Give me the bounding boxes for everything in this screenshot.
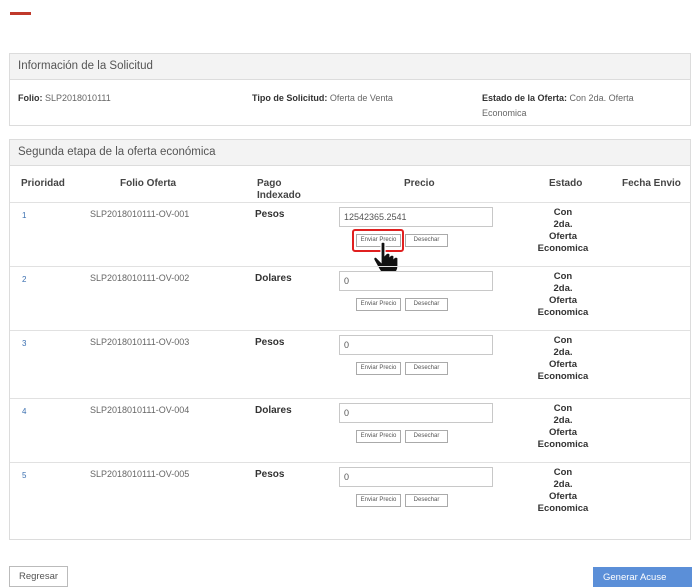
estado-line: Economica bbox=[537, 307, 589, 318]
desechar-button[interactable]: Desechar bbox=[405, 430, 448, 443]
header-folio-oferta: Folio Oferta bbox=[120, 178, 177, 189]
desechar-button[interactable]: Desechar bbox=[405, 362, 448, 375]
segunda-etapa-panel: Segunda etapa de la oferta económica Pri… bbox=[9, 139, 691, 540]
pago-indexado: Dolares bbox=[255, 405, 292, 416]
table-row: 2 SLP2018010111-OV-002 Dolares Enviar Pr… bbox=[10, 266, 690, 331]
desechar-button[interactable]: Desechar bbox=[405, 234, 448, 247]
precio-input[interactable] bbox=[339, 207, 493, 227]
estado-cell: Con 2da. Oferta Economica bbox=[533, 207, 593, 255]
desechar-button[interactable]: Desechar bbox=[405, 494, 448, 507]
tipo-label: Tipo de Solicitud: bbox=[252, 93, 328, 103]
header-pago-indexado: Pago Indexado bbox=[257, 178, 301, 202]
header-indexado: Indexado bbox=[257, 190, 301, 201]
table-row: 3 SLP2018010111-OV-003 Pesos Enviar Prec… bbox=[10, 330, 690, 395]
estado-label: Estado de la Oferta: bbox=[482, 93, 568, 103]
folio-oferta: SLP2018010111-OV-002 bbox=[90, 273, 190, 283]
estado-value-2: Economica bbox=[482, 108, 527, 118]
enviar-precio-button[interactable]: Enviar Precio bbox=[356, 362, 401, 375]
solicitud-info-title: Información de la Solicitud bbox=[10, 54, 690, 80]
estado-line: 2da. bbox=[553, 415, 573, 426]
estado-line: Con bbox=[553, 207, 573, 218]
estado-line: Oferta bbox=[549, 359, 577, 370]
folio-oferta: SLP2018010111-OV-005 bbox=[90, 469, 190, 479]
estado-oferta-info: Estado de la Oferta: Con 2da. Oferta Eco… bbox=[482, 91, 682, 121]
folio-oferta: SLP2018010111-OV-001 bbox=[90, 209, 190, 219]
regresar-button[interactable]: Regresar bbox=[9, 566, 68, 587]
prioridad-link[interactable]: 1 bbox=[22, 211, 26, 220]
header-estado: Estado bbox=[549, 178, 583, 189]
estado-line: Oferta bbox=[549, 491, 577, 502]
prioridad-link[interactable]: 2 bbox=[22, 275, 26, 284]
segunda-etapa-title: Segunda etapa de la oferta económica bbox=[10, 140, 690, 166]
generar-acuse-button[interactable]: Generar Acuse bbox=[593, 567, 692, 587]
estado-value-1: Con 2da. Oferta bbox=[569, 93, 634, 103]
estado-line: Economica bbox=[537, 243, 589, 254]
estado-line: 2da. bbox=[553, 283, 573, 294]
table-row: 5 SLP2018010111-OV-005 Pesos Enviar Prec… bbox=[10, 462, 690, 527]
estado-line: Con bbox=[553, 335, 573, 346]
estado-line: Economica bbox=[537, 371, 589, 382]
estado-line: Con bbox=[553, 467, 573, 478]
precio-input[interactable] bbox=[339, 335, 493, 355]
prioridad-link[interactable]: 4 bbox=[22, 407, 26, 416]
precio-input[interactable] bbox=[339, 467, 493, 487]
estado-line: 2da. bbox=[553, 347, 573, 358]
precio-input[interactable] bbox=[339, 271, 493, 291]
table-row: 4 SLP2018010111-OV-004 Dolares Enviar Pr… bbox=[10, 398, 690, 463]
header-pago: Pago bbox=[257, 178, 282, 189]
estado-cell: Con 2da. Oferta Economica bbox=[533, 467, 593, 515]
estado-line: Economica bbox=[537, 439, 589, 450]
estado-cell: Con 2da. Oferta Economica bbox=[533, 335, 593, 383]
estado-line: Oferta bbox=[549, 231, 577, 242]
pago-indexado: Pesos bbox=[255, 337, 285, 348]
folio-info: Folio: SLP2018010111 bbox=[18, 91, 111, 106]
enviar-precio-button[interactable]: Enviar Precio bbox=[356, 430, 401, 443]
pago-indexado: Pesos bbox=[255, 469, 285, 480]
pago-indexado: Dolares bbox=[255, 273, 292, 284]
tipo-value: Oferta de Venta bbox=[329, 93, 393, 103]
precio-input[interactable] bbox=[339, 403, 493, 423]
estado-cell: Con 2da. Oferta Economica bbox=[533, 403, 593, 451]
prioridad-link[interactable]: 5 bbox=[22, 471, 26, 480]
desechar-button[interactable]: Desechar bbox=[405, 298, 448, 311]
estado-line: Oferta bbox=[549, 295, 577, 306]
header-prioridad: Prioridad bbox=[21, 178, 65, 189]
enviar-precio-button[interactable]: Enviar Precio bbox=[356, 494, 401, 507]
header-precio: Precio bbox=[404, 178, 435, 189]
estado-cell: Con 2da. Oferta Economica bbox=[533, 271, 593, 319]
table-row: 1 SLP2018010111-OV-001 Pesos Enviar Prec… bbox=[10, 202, 690, 275]
estado-line: Con bbox=[553, 403, 573, 414]
folio-oferta: SLP2018010111-OV-003 bbox=[90, 337, 190, 347]
active-tab-indicator bbox=[10, 12, 31, 15]
estado-line: Economica bbox=[537, 503, 589, 514]
estado-line: 2da. bbox=[553, 479, 573, 490]
folio-oferta: SLP2018010111-OV-004 bbox=[90, 405, 190, 415]
prioridad-link[interactable]: 3 bbox=[22, 339, 26, 348]
estado-line: Con bbox=[553, 271, 573, 282]
header-fecha-envio: Fecha Envio bbox=[622, 178, 681, 189]
folio-value: SLP2018010111 bbox=[45, 93, 111, 103]
estado-line: Oferta bbox=[549, 427, 577, 438]
folio-label: Folio: bbox=[18, 93, 43, 103]
tipo-solicitud-info: Tipo de Solicitud: Oferta de Venta bbox=[252, 91, 393, 106]
enviar-precio-button[interactable]: Enviar Precio bbox=[356, 298, 401, 311]
solicitud-info-panel: Información de la Solicitud Folio: SLP20… bbox=[9, 53, 691, 126]
estado-line: 2da. bbox=[553, 219, 573, 230]
pago-indexado: Pesos bbox=[255, 209, 285, 220]
